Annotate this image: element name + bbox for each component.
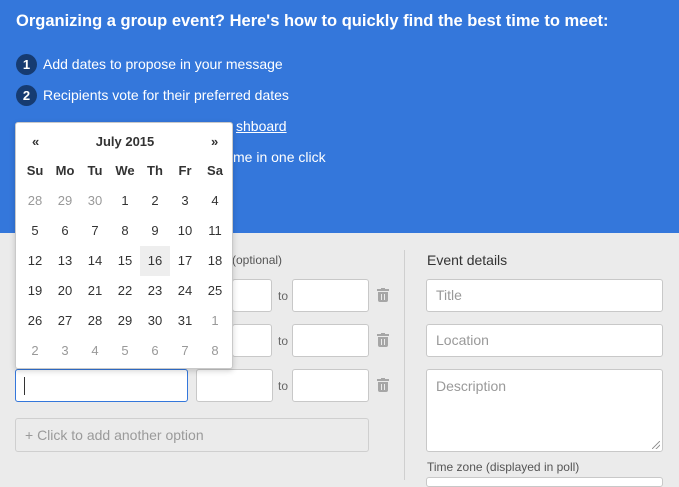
calendar-day[interactable]: 25: [200, 276, 230, 306]
to-label: to: [278, 334, 289, 348]
to-label: to: [278, 289, 289, 303]
calendar-day[interactable]: 24: [170, 276, 200, 306]
calendar-month-label[interactable]: July 2015: [16, 134, 234, 149]
end-time-input[interactable]: [292, 369, 369, 402]
calendar-week-row: 28 29 30 1 2 3 4: [20, 186, 230, 216]
calendar-day[interactable]: 20: [50, 276, 80, 306]
calendar-day[interactable]: 2: [20, 336, 50, 366]
calendar-day[interactable]: 19: [20, 276, 50, 306]
calendar-day[interactable]: 8: [200, 336, 230, 366]
step-1: 1 Add dates to propose in your message: [16, 53, 283, 75]
calendar-day[interactable]: 13: [50, 246, 80, 276]
calendar-day[interactable]: 29: [110, 306, 140, 336]
calendar-day[interactable]: 7: [80, 216, 110, 246]
calendar-day[interactable]: 29: [50, 186, 80, 216]
weekday-label: Sa: [207, 163, 223, 178]
calendar-day[interactable]: 10: [170, 216, 200, 246]
trash-icon[interactable]: [377, 378, 389, 392]
trash-icon[interactable]: [377, 333, 389, 347]
calendar-day[interactable]: 5: [20, 216, 50, 246]
calendar-day[interactable]: 9: [140, 216, 170, 246]
calendar-day[interactable]: 17: [170, 246, 200, 276]
start-time-input[interactable]: [232, 324, 272, 357]
calendar-grid: Su Mo Tu We Th Fr Sa 28 29 30 1 2 3 4 5 6 7 8 9 10 11…: [20, 156, 230, 366]
calendar-week-row: 26 27 28 29 30 31 1: [20, 306, 230, 336]
text-caret: [24, 377, 25, 395]
dashboard-link[interactable]: shboard: [236, 118, 287, 134]
calendar-day[interactable]: 31: [170, 306, 200, 336]
calendar-day-today[interactable]: 16: [140, 246, 170, 276]
calendar-week-row: 2345678: [20, 336, 230, 366]
step-text: me in one click: [233, 149, 326, 165]
step-3[interactable]: shboard: [236, 115, 287, 137]
calendar-day[interactable]: 11: [200, 216, 230, 246]
step-text: Add dates to propose in your message: [43, 56, 283, 72]
weekday-label: We: [115, 163, 135, 178]
calendar-day[interactable]: 1: [110, 186, 140, 216]
to-label: to: [278, 379, 289, 393]
calendar-day[interactable]: 4: [200, 186, 230, 216]
weekday-label: Tu: [87, 163, 103, 178]
description-textarea[interactable]: Description: [426, 369, 663, 452]
add-option-button[interactable]: + Click to add another option: [15, 418, 369, 452]
calendar-day[interactable]: 7: [170, 336, 200, 366]
location-input[interactable]: Location: [426, 324, 663, 357]
calendar-day[interactable]: 18: [200, 246, 230, 276]
start-time-input[interactable]: [196, 369, 273, 402]
calendar-day[interactable]: 14: [80, 246, 110, 276]
date-input[interactable]: [15, 369, 188, 402]
trash-icon[interactable]: [377, 288, 389, 302]
calendar-day[interactable]: 30: [140, 306, 170, 336]
event-details-title: Event details: [427, 252, 508, 268]
calendar-day[interactable]: 2: [140, 186, 170, 216]
step-4: me in one click: [233, 146, 326, 168]
calendar-day[interactable]: 1: [200, 306, 230, 336]
calendar-day[interactable]: 6: [50, 216, 80, 246]
timezone-label: Time zone (displayed in poll): [427, 460, 580, 474]
calendar-day[interactable]: 22: [110, 276, 140, 306]
calendar-day[interactable]: 8: [110, 216, 140, 246]
previous-month-button[interactable]: «: [32, 134, 39, 149]
calendar-day[interactable]: 27: [50, 306, 80, 336]
calendar-day[interactable]: 30: [80, 186, 110, 216]
calendar-day[interactable]: 3: [170, 186, 200, 216]
step-number-badge: 2: [16, 84, 37, 106]
date-picker-calendar: July 2015 « » Su Mo Tu We Th Fr Sa 28 29 3…: [15, 122, 233, 369]
weekday-label: Mo: [55, 163, 75, 178]
timezone-select[interactable]: [426, 477, 663, 487]
weekday-label: Fr: [178, 163, 192, 178]
calendar-day[interactable]: 4: [80, 336, 110, 366]
column-divider: [404, 250, 405, 480]
weekday-label: Su: [26, 163, 44, 178]
calendar-week-row: 19 20 21 22 23 24 25: [20, 276, 230, 306]
banner-title: Organizing a group event? Here's how to …: [16, 12, 609, 30]
end-time-input[interactable]: [292, 279, 369, 312]
step-text: Recipients vote for their preferred date…: [43, 87, 289, 103]
step-number-badge: 1: [16, 53, 37, 75]
calendar-day[interactable]: 3: [50, 336, 80, 366]
description-placeholder: Description: [436, 378, 507, 394]
end-time-input[interactable]: [292, 324, 369, 357]
optional-label: (optional): [232, 253, 283, 267]
resize-handle-icon[interactable]: [652, 441, 660, 449]
title-input[interactable]: Title: [426, 279, 663, 312]
calendar-day[interactable]: 5: [110, 336, 140, 366]
weekday-label: Th: [147, 163, 163, 178]
calendar-week-row: 5 6 7 8 9 10 11: [20, 216, 230, 246]
calendar-day[interactable]: 12: [20, 246, 50, 276]
calendar-day[interactable]: 26: [20, 306, 50, 336]
start-time-input[interactable]: [232, 279, 272, 312]
calendar-day[interactable]: 21: [80, 276, 110, 306]
calendar-day[interactable]: 15: [110, 246, 140, 276]
calendar-week-row: 12 13 14 15 16 17 18: [20, 246, 230, 276]
step-2: 2 Recipients vote for their preferred da…: [16, 84, 289, 106]
calendar-day[interactable]: 23: [140, 276, 170, 306]
calendar-day[interactable]: 28: [20, 186, 50, 216]
weekday-header-row: Su Mo Tu We Th Fr Sa: [20, 156, 230, 186]
next-month-button[interactable]: »: [211, 134, 218, 149]
calendar-day[interactable]: 28: [80, 306, 110, 336]
calendar-day[interactable]: 6: [140, 336, 170, 366]
